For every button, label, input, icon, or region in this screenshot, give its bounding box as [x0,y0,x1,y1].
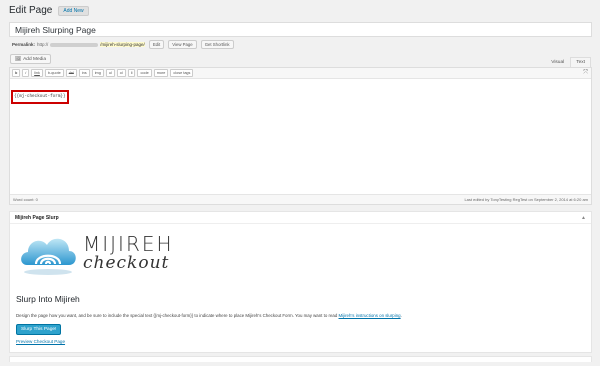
preview-checkout-link[interactable]: Preview Checkout Page [16,339,65,344]
permalink-host-redacted [50,42,99,47]
qt-li-button[interactable]: li [127,69,136,77]
metabox-header[interactable]: Mijireh Page Slurp ▲ [10,212,591,224]
metabox-title: Mijireh Page Slurp [15,214,59,221]
qt-ol-button[interactable]: ol [116,69,126,77]
slurp-description: Design the page how you want, and be sur… [16,313,402,318]
next-metabox [9,356,592,362]
logo-text-top: MIJIREH [83,232,174,256]
slurp-page-button[interactable]: Slurp This Page! [16,324,62,335]
permalink-slug[interactable]: /mijireh-slurping-page/ [100,42,145,47]
desc-end: . [400,313,402,318]
post-title-input[interactable]: Mijireh Slurping Page [9,22,592,37]
editor: b i link b-quote del ins img ul ol li co… [9,67,592,205]
slurp-heading: Slurp Into Mijireh [16,294,80,304]
add-media-label: Add Media [23,56,47,62]
qt-del-button[interactable]: del [65,69,77,77]
qt-italic-button[interactable]: i [22,69,30,77]
add-new-button[interactable]: Add New [58,5,89,16]
qt-ins-button[interactable]: ins [78,69,90,77]
logo-text-bottom: checkout [83,253,170,273]
mijireh-logo: MIJIREH checkout [17,227,174,279]
cloud-logo-icon [21,238,76,275]
editor-textarea[interactable]: {{mj-checkout-form}} [10,79,591,194]
word-count: Word count: 0 [13,197,38,202]
media-icon: 🖼 [15,56,22,62]
collapse-toggle-icon[interactable]: ▲ [581,215,586,221]
page-title: Edit Page [9,5,53,16]
qt-more-button[interactable]: more [153,69,169,77]
add-media-button[interactable]: 🖼 Add Media [10,54,52,64]
qt-img-button[interactable]: img [91,69,104,77]
qt-blockquote-button[interactable]: b-quote [44,69,64,77]
qt-link-button[interactable]: link [31,69,43,77]
page-header: Edit Page Add New [9,5,89,16]
mijireh-metabox: Mijireh Page Slurp ▲ MIJIREH checkout Sl… [9,211,592,353]
edit-permalink-button[interactable]: Edit [148,40,165,49]
qt-ul-button[interactable]: ul [105,69,115,77]
qt-close-tags-button[interactable]: close tags [170,69,194,77]
checkout-shortcode-highlight: {{mj-checkout-form}} [11,90,69,104]
qt-bold-button[interactable]: b [12,69,21,77]
logo-wordmark: MIJIREH checkout [83,234,174,272]
qt-code-button[interactable]: code [137,69,152,77]
get-shortlink-button[interactable]: Get Shortlink [200,40,234,49]
fullscreen-icon[interactable]: ⤧ [583,70,588,77]
instructions-link[interactable]: Mijireh's instructions on slurping [339,313,401,318]
permalink-label: Permalink: [12,42,36,47]
last-edited: Last edited by TonyTesting RegTest on Se… [464,197,588,202]
permalink-prefix: http:// [37,42,49,47]
quicktags-toolbar: b i link b-quote del ins img ul ol li co… [10,68,591,79]
view-page-button[interactable]: View Page [168,40,197,49]
desc-text: Design the page how you want, and be sur… [16,313,339,318]
permalink-row: Permalink: http:// /mijireh-slurping-pag… [12,40,234,49]
editor-statusbar: Word count: 0 Last edited by TonyTesting… [10,194,591,204]
